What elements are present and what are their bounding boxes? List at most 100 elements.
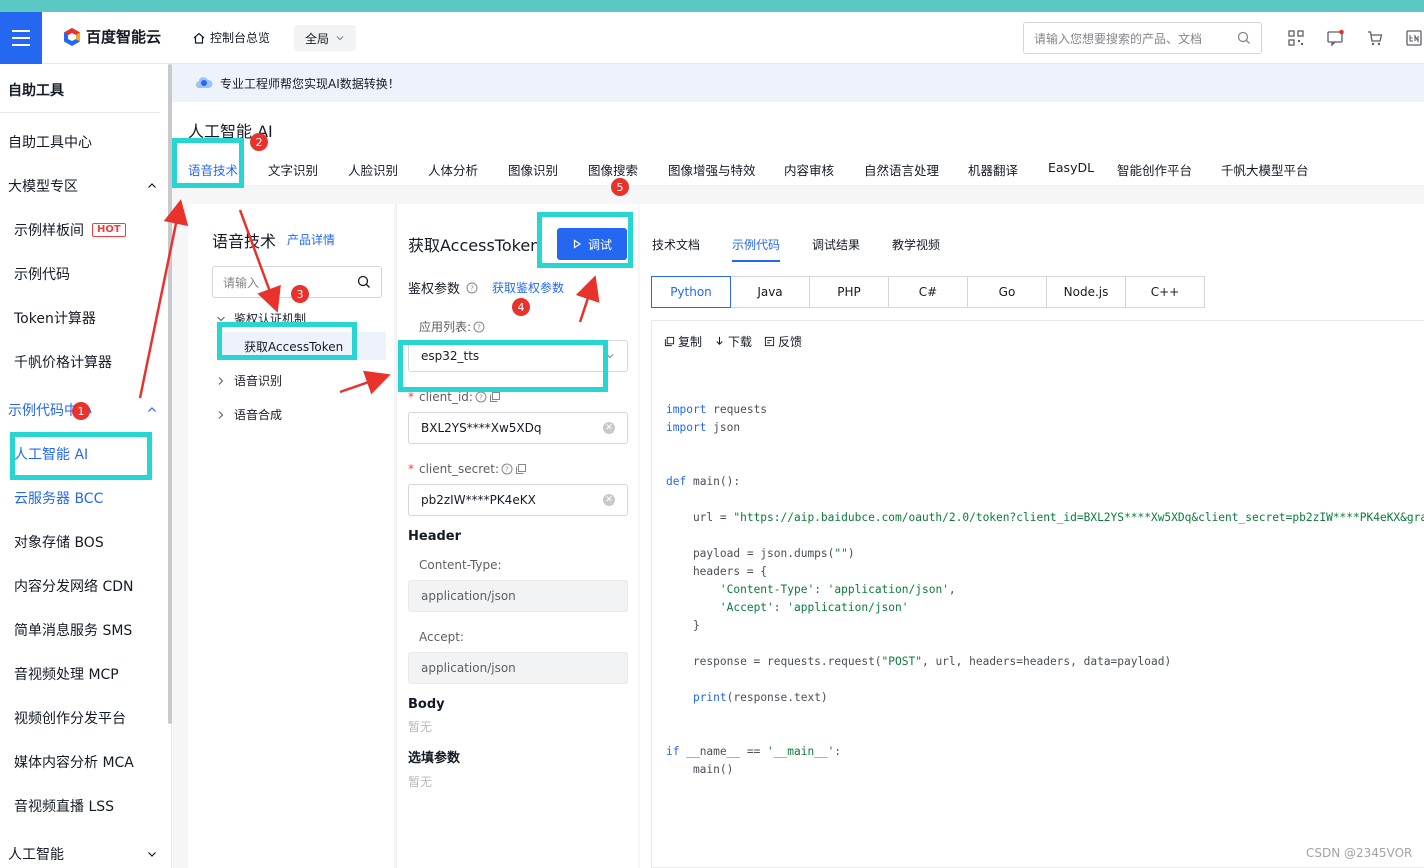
sidebar-item-label: 人工智能 (8, 847, 64, 863)
sidebar-item-sms[interactable]: 简单消息服务 SMS (14, 620, 132, 640)
console-overview-link[interactable]: 控制台总览 (192, 29, 270, 46)
sidebar-item-label: 示例代码 (14, 267, 70, 283)
search-icon[interactable] (1237, 31, 1251, 45)
debug-button[interactable]: 调试 (557, 228, 627, 260)
sidebar-item-mcp[interactable]: 音视频处理 MCP (14, 664, 119, 684)
logo[interactable]: 百度智能云 (62, 26, 161, 47)
tab-debug-result[interactable]: 调试结果 (812, 236, 860, 253)
sidebar-item-sample-room[interactable]: 示例样板间 HOT (14, 220, 126, 240)
tree-node-speech-synthesis[interactable]: 语音合成 (216, 406, 282, 423)
sidebar-item-qianfan-price-calculator[interactable]: 千帆价格计算器 (14, 352, 112, 372)
step-marker-3: 3 (291, 285, 309, 303)
lang-python[interactable]: Python (651, 276, 731, 308)
menu-icon[interactable] (0, 12, 42, 64)
tab-translation[interactable]: 机器翻译 (968, 160, 1018, 179)
download-button[interactable]: 下载 (714, 333, 752, 350)
banner-text: 专业工程师帮您实现AI数据转换！ (220, 76, 400, 91)
tab-face[interactable]: 人脸识别 (348, 160, 398, 179)
clear-icon[interactable]: ✕ (603, 494, 615, 506)
scope-select[interactable]: 全局 (294, 25, 356, 51)
language-icon[interactable] (1405, 29, 1423, 47)
svg-text:?: ? (505, 466, 509, 474)
help-icon[interactable]: ? (475, 391, 487, 403)
copy-button[interactable]: 复制 (664, 333, 702, 350)
clear-icon[interactable]: ✕ (603, 422, 615, 434)
search-icon[interactable] (357, 275, 371, 289)
tree-node-speech-recognition[interactable]: 语音识别 (216, 372, 282, 389)
copy-icon[interactable] (515, 463, 527, 475)
tab-image-search[interactable]: 图像搜索 (588, 160, 638, 179)
chevron-down-icon (148, 852, 156, 857)
tab-content-audit[interactable]: 内容审核 (784, 160, 834, 179)
tree-node-auth[interactable]: 鉴权认证机制 (216, 310, 306, 327)
sidebar-item-ai[interactable]: 人工智能 AI (14, 444, 88, 464)
client-id-input[interactable]: BXL2YS****Xw5XDq ✕ (408, 412, 628, 444)
feedback-button[interactable]: 反馈 (764, 333, 802, 350)
tab-image-recognition[interactable]: 图像识别 (508, 160, 558, 179)
accept-label: Accept: (419, 630, 464, 644)
lang-php[interactable]: PHP (809, 276, 889, 308)
help-icon[interactable]: ? (501, 463, 513, 475)
global-search-input[interactable]: 请输入您想要搜索的产品、文档 (1023, 22, 1262, 54)
help-icon[interactable]: ? (466, 282, 478, 294)
tab-easydl[interactable]: EasyDL (1048, 160, 1094, 175)
tab-nlp[interactable]: 自然语言处理 (864, 160, 939, 179)
body-section-title: Body (408, 697, 445, 712)
sidebar-item-video-platform[interactable]: 视频创作分发平台 (14, 708, 126, 728)
product-detail-link[interactable]: 产品详情 (287, 231, 335, 248)
tab-speech[interactable]: 语音技术 (188, 160, 239, 189)
auth-params-label: 鉴权参数 (408, 282, 461, 297)
client-id-label-row: * client_id: ? (408, 390, 501, 404)
copy-icon[interactable] (489, 391, 501, 403)
app-list-select[interactable]: esp32_tts (408, 340, 628, 372)
auth-params-row: 鉴权参数 ? 获取鉴权参数 (408, 278, 564, 297)
tab-tutorial-video[interactable]: 教学视频 (892, 236, 940, 253)
tab-sample-code[interactable]: 示例代码 (732, 236, 781, 262)
sidebar-item-mca[interactable]: 媒体内容分析 MCA (14, 752, 134, 772)
qrcode-icon[interactable] (1287, 29, 1305, 47)
tab-image-enhance[interactable]: 图像增强与特效 (668, 160, 756, 179)
promo-banner[interactable]: 专业工程师帮您实现AI数据转换！ (172, 64, 1424, 102)
sidebar-item-lss[interactable]: 音视频直播 LSS (14, 796, 114, 816)
get-auth-params-link[interactable]: 获取鉴权参数 (492, 279, 564, 296)
tab-qianfan[interactable]: 千帆大模型平台 (1221, 160, 1309, 179)
sidebar-item-bos[interactable]: 对象存储 BOS (14, 532, 104, 552)
sidebar-item-self-service-center[interactable]: 自助工具中心 (8, 132, 158, 152)
lang-cpp[interactable]: C++ (1125, 276, 1205, 308)
optional-params-title: 选填参数 (408, 751, 461, 766)
feedback-label: 反馈 (778, 335, 803, 349)
sidebar-item-label: 媒体内容分析 MCA (14, 755, 134, 771)
sidebar-item-cdn[interactable]: 内容分发网络 CDN (14, 576, 133, 596)
feedback-icon (764, 336, 775, 347)
step-marker-1: 1 (72, 402, 90, 420)
tab-creation-platform[interactable]: 智能创作平台 (1117, 160, 1192, 179)
sidebar-item-artificial-intelligence[interactable]: 人工智能 (8, 844, 158, 864)
client-secret-input[interactable]: pb2zIW****PK4eKX ✕ (408, 484, 628, 516)
required-mark: * (408, 462, 414, 476)
copy-icon (664, 336, 675, 347)
tree-leaf-get-accesstoken[interactable]: 获取AccessToken (218, 332, 386, 360)
sidebar-item-sample-code[interactable]: 示例代码 (14, 264, 70, 284)
lang-nodejs[interactable]: Node.js (1046, 276, 1126, 308)
sidebar-item-llm-zone[interactable]: 大模型专区 (8, 176, 158, 196)
lang-csharp[interactable]: C# (888, 276, 968, 308)
sidebar-item-label: 对象存储 BOS (14, 535, 104, 551)
copy-label: 复制 (678, 335, 703, 349)
help-icon[interactable]: ? (473, 321, 485, 333)
lang-java[interactable]: Java (730, 276, 810, 308)
lang-go[interactable]: Go (967, 276, 1047, 308)
tab-ocr[interactable]: 文字识别 (268, 160, 318, 179)
sidebar-item-token-calculator[interactable]: Token计算器 (14, 308, 96, 328)
client-id-value: BXL2YS****Xw5XDq (421, 421, 542, 435)
sidebar-item-bcc[interactable]: 云服务器 BCC (14, 488, 103, 508)
tab-tech-docs[interactable]: 技术文档 (652, 236, 700, 253)
cart-icon[interactable] (1366, 29, 1384, 47)
chevron-right-icon (218, 376, 224, 385)
required-mark: * (408, 390, 414, 404)
accept-value: application/json (421, 661, 516, 675)
content-type-input: application/json (408, 580, 628, 612)
tab-body[interactable]: 人体分析 (428, 160, 478, 179)
message-icon[interactable] (1326, 29, 1344, 47)
header-section-title: Header (408, 529, 462, 544)
client-id-label: client_id: (419, 390, 473, 404)
